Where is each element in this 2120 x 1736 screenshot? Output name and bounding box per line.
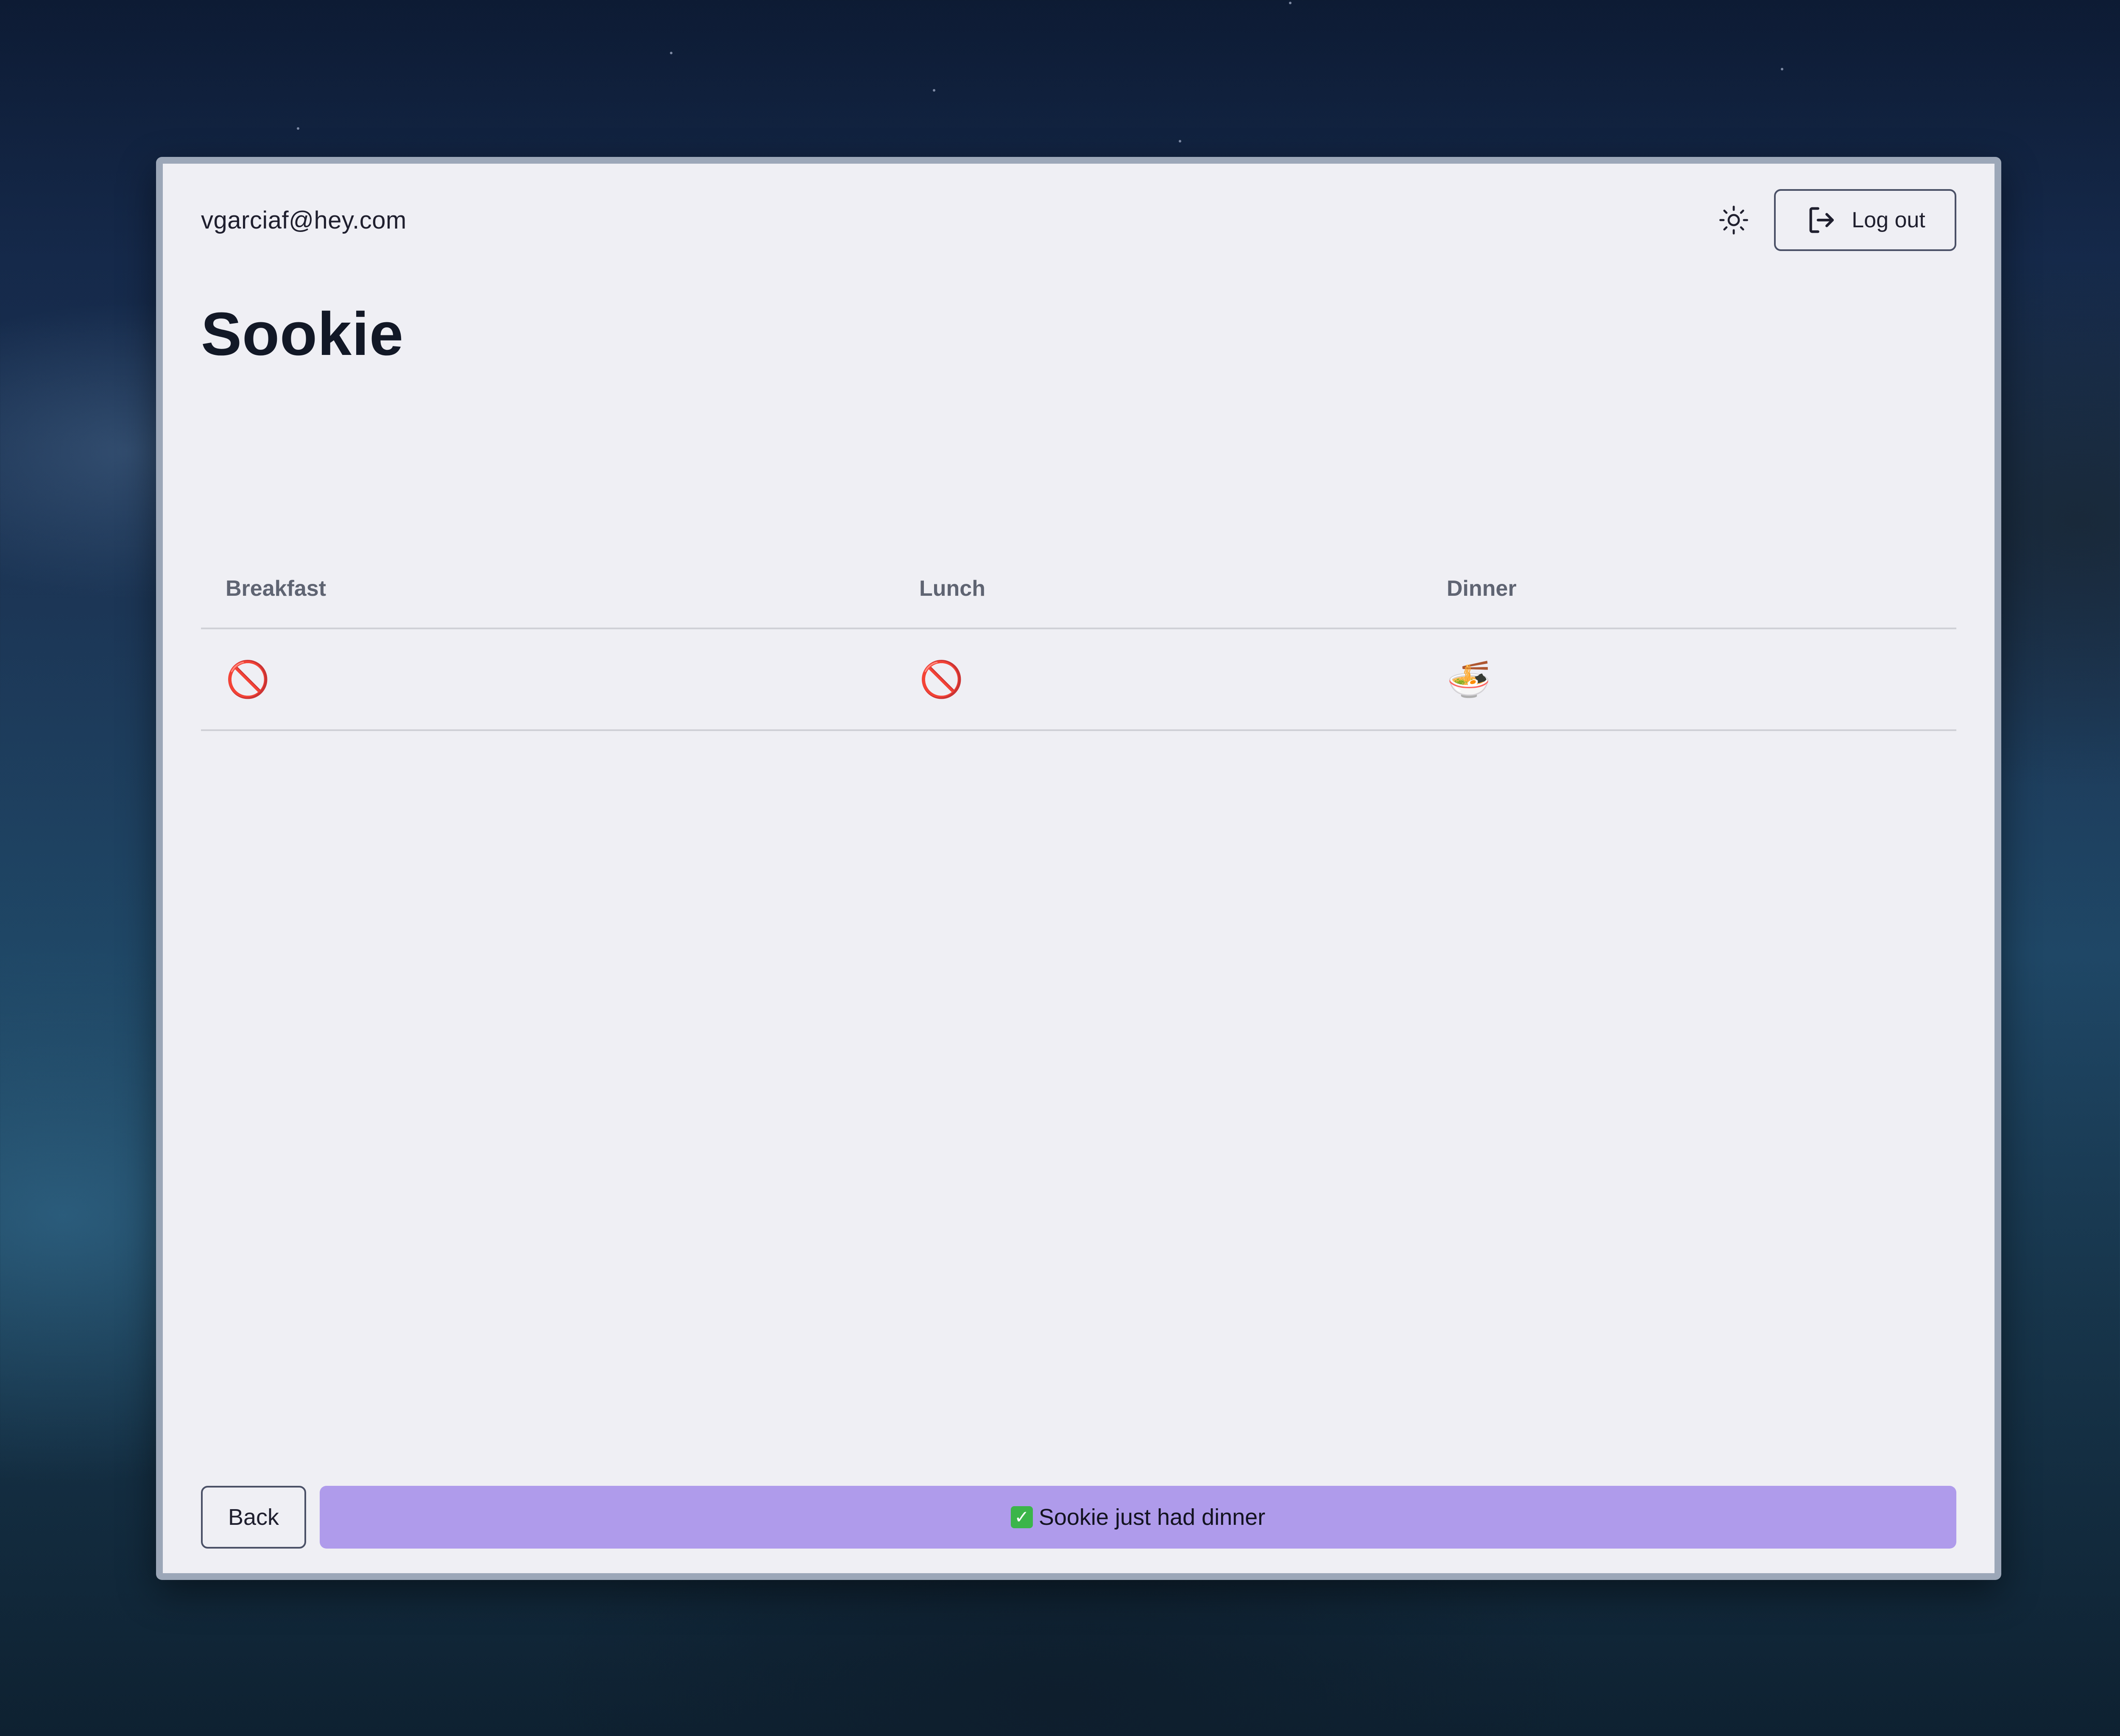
lunch-cell: 🚫 <box>919 629 964 729</box>
top-bar: vgarciaf@hey.com Log out <box>201 189 1956 251</box>
background-star <box>933 89 935 92</box>
sun-icon <box>1719 206 1748 234</box>
breakfast-cell: 🚫 <box>226 629 270 729</box>
meal-table: Breakfast Lunch Dinner 🚫 🚫 🍜 <box>201 550 1956 731</box>
column-header-lunch: Lunch <box>919 576 985 601</box>
bowl-icon: 🍜 <box>1447 659 1491 699</box>
background-star <box>670 52 672 54</box>
prohibited-icon: 🚫 <box>919 659 964 699</box>
theme-toggle-button[interactable] <box>1710 197 1757 243</box>
background-star <box>297 127 299 130</box>
back-button[interactable]: Back <box>201 1486 306 1549</box>
background-star <box>1289 2 1292 4</box>
prohibited-icon: 🚫 <box>226 659 270 699</box>
user-email: vgarciaf@hey.com <box>201 206 407 234</box>
page-title: Sookie <box>201 300 404 368</box>
log-meal-label: Sookie just had dinner <box>1038 1504 1266 1530</box>
check-icon: ✓ <box>1010 1506 1033 1528</box>
logout-label: Log out <box>1852 208 1925 232</box>
header-actions: Log out <box>1710 189 1956 251</box>
column-header-dinner: Dinner <box>1447 576 1517 601</box>
footer-actions: Back ✓ Sookie just had dinner <box>201 1486 1956 1549</box>
dinner-cell: 🍜 <box>1447 629 1491 729</box>
logout-button[interactable]: Log out <box>1774 189 1956 251</box>
background-star <box>1179 140 1181 142</box>
app-content: vgarciaf@hey.com Log out Sookie Breakfas… <box>201 164 1956 1573</box>
table-header-row: Breakfast Lunch Dinner <box>201 550 1956 629</box>
background-star <box>1781 68 1783 70</box>
column-header-breakfast: Breakfast <box>226 576 326 601</box>
app-window: vgarciaf@hey.com Log out Sookie Breakfas… <box>156 157 2001 1580</box>
logout-icon <box>1809 207 1834 233</box>
table-row: 🚫 🚫 🍜 <box>201 629 1956 731</box>
log-meal-button[interactable]: ✓ Sookie just had dinner <box>320 1486 1956 1549</box>
